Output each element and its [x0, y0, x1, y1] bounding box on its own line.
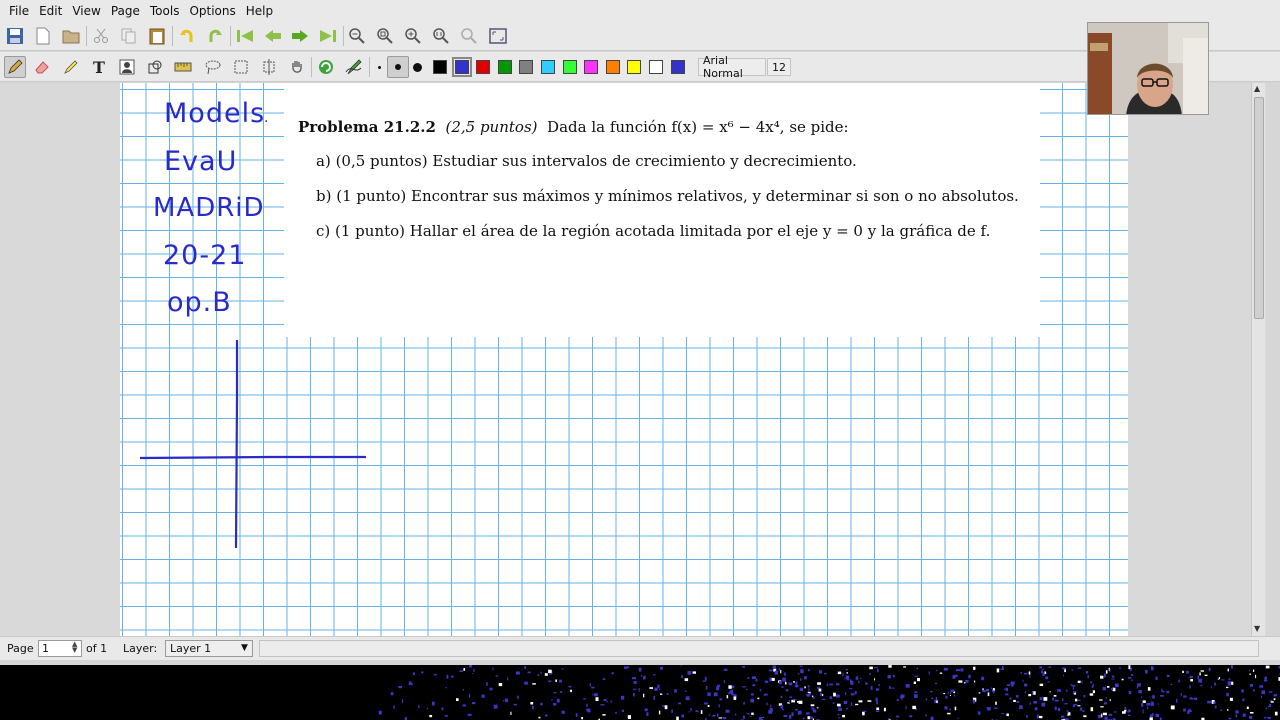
last-page-icon[interactable]	[317, 25, 339, 47]
y-axis-stroke	[234, 340, 239, 549]
status-bar: Page 1 ▲ ▼ of 1 Layer: Layer 1 ▼	[0, 636, 1280, 660]
color-swatch[interactable]	[519, 60, 534, 74]
color-swatch[interactable]	[605, 60, 620, 74]
scroll-up-icon[interactable]: ▲	[1254, 84, 1260, 93]
zoom-fit-width-icon[interactable]	[430, 25, 452, 47]
font-size[interactable]: 12	[767, 58, 791, 76]
xournal-window: File Edit View Page Tools Options Help T…	[0, 0, 1280, 665]
menu-help[interactable]: Help	[241, 4, 278, 18]
scrollbar-thumb[interactable]	[1254, 97, 1264, 319]
status-message	[259, 640, 1259, 657]
page-count: of 1	[86, 642, 108, 655]
layer-select[interactable]: Layer 1	[165, 640, 253, 657]
color-swatch[interactable]	[476, 60, 491, 74]
previous-page-icon[interactable]	[262, 25, 284, 47]
menu-file[interactable]: File	[4, 4, 34, 18]
color-swatch[interactable]	[584, 60, 599, 74]
layer-label: Layer:	[123, 642, 158, 655]
scroll-down-icon[interactable]: ▼	[1254, 624, 1260, 633]
zoom-in-icon[interactable]	[402, 25, 424, 47]
hand-tool-icon[interactable]	[286, 56, 308, 78]
next-page-icon[interactable]	[289, 25, 311, 47]
eraser-tool-icon[interactable]	[31, 56, 53, 78]
copy-icon[interactable]	[118, 25, 140, 47]
presenter-video-icon	[1088, 23, 1208, 114]
zoom-set-icon[interactable]	[458, 25, 480, 47]
webcam-overlay	[1087, 22, 1209, 115]
notebook-page[interactable]: Models . EvaU MADRiD 20-21 op.B Problema…	[120, 83, 1128, 636]
new-document-icon[interactable]	[32, 25, 54, 47]
color-swatch[interactable]	[497, 60, 512, 74]
save-icon[interactable]	[4, 25, 26, 47]
color-swatch[interactable]	[562, 60, 577, 74]
thick-width-icon[interactable]	[406, 56, 428, 78]
zoom-100-icon[interactable]	[374, 25, 396, 47]
shape-pen-icon[interactable]	[343, 56, 365, 78]
undo-icon[interactable]	[176, 25, 198, 47]
image-tool-icon[interactable]	[116, 56, 138, 78]
desktop-background	[0, 665, 1280, 720]
chevron-down-icon[interactable]: ▼	[241, 643, 248, 653]
highlighter-tool-icon[interactable]	[60, 56, 82, 78]
paste-icon[interactable]	[146, 25, 168, 47]
menu-options[interactable]: Options	[184, 4, 240, 18]
menu-bar: File Edit View Page Tools Options Help	[0, 0, 1280, 21]
lasso-select-icon[interactable]	[202, 56, 224, 78]
page-spinner-icon[interactable]: ▲ ▼	[72, 641, 77, 654]
pen-tool-icon[interactable]	[4, 56, 26, 78]
vertical-scrollbar[interactable]: ▲ ▼	[1251, 83, 1265, 636]
color-swatch[interactable]	[627, 60, 642, 74]
default-pen-icon[interactable]	[315, 56, 337, 78]
menu-edit[interactable]: Edit	[34, 4, 67, 18]
font-name[interactable]: Arial Normal	[698, 54, 766, 80]
x-axis-stroke	[139, 455, 366, 460]
shape-recognizer-icon[interactable]	[144, 56, 166, 78]
color-swatch[interactable]	[451, 57, 472, 77]
menu-page[interactable]: Page	[106, 4, 145, 18]
page-label: Page	[7, 642, 34, 655]
color-swatch[interactable]	[433, 60, 447, 74]
menu-tools[interactable]: Tools	[145, 4, 185, 18]
menu-view[interactable]: View	[67, 4, 105, 18]
fullscreen-icon[interactable]	[487, 25, 509, 47]
cut-icon[interactable]	[90, 25, 112, 47]
ruler-tool-icon[interactable]	[172, 56, 194, 78]
vertical-space-icon[interactable]	[258, 56, 280, 78]
color-swatch[interactable]	[541, 60, 555, 74]
color-swatch[interactable]	[670, 60, 685, 74]
first-page-icon[interactable]	[234, 25, 256, 47]
page-viewport[interactable]: Models . EvaU MADRiD 20-21 op.B Problema…	[0, 83, 1266, 636]
drawn-axes	[139, 340, 366, 549]
zoom-out-icon[interactable]	[346, 25, 368, 47]
text-tool-icon[interactable]: T	[88, 56, 110, 78]
open-icon[interactable]	[60, 25, 82, 47]
rect-select-icon[interactable]	[230, 56, 252, 78]
redo-icon[interactable]	[204, 25, 226, 47]
color-swatch[interactable]	[649, 60, 663, 74]
